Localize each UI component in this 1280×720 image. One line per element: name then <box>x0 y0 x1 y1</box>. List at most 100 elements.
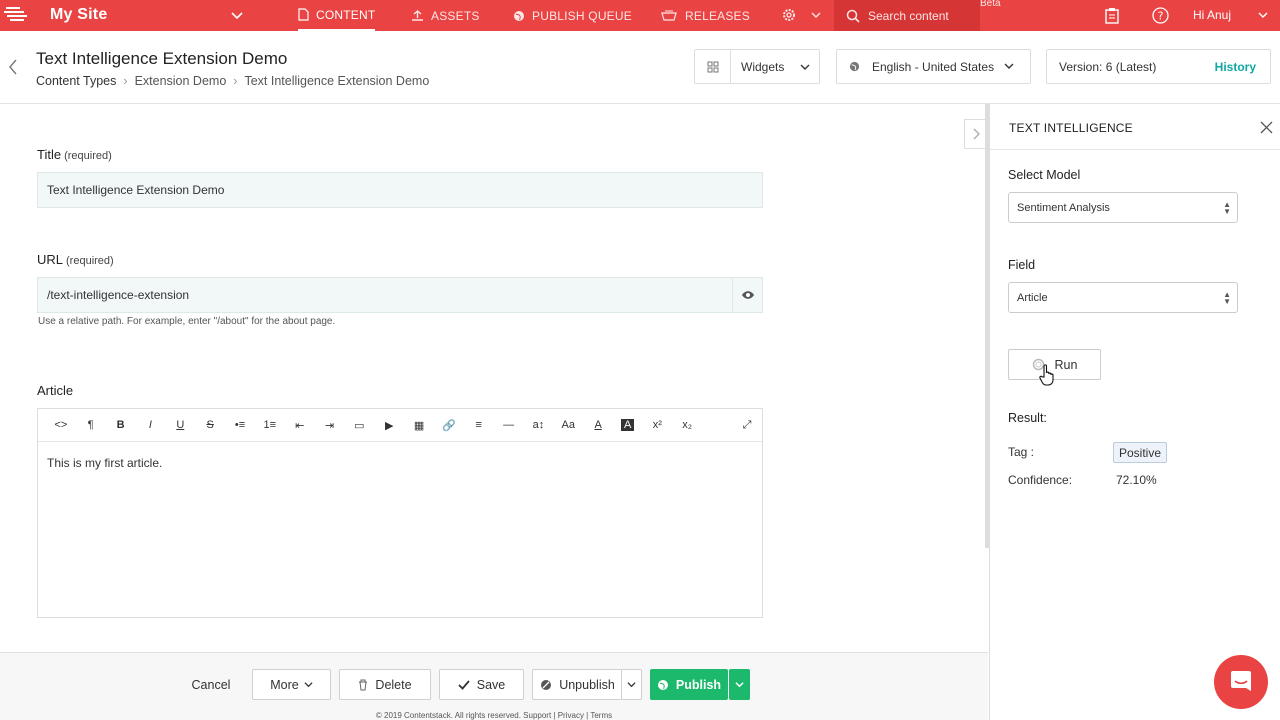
numbered-list-button[interactable]: 1≡ <box>255 419 285 431</box>
panel-divider <box>990 149 1280 150</box>
link-button[interactable]: 🔗 <box>434 419 464 432</box>
preview-url-button[interactable] <box>732 277 763 313</box>
chevron-down-icon <box>627 682 636 688</box>
url-hint: Use a relative path. For example, enter … <box>38 316 336 327</box>
more-label: More <box>270 677 299 692</box>
underline-button[interactable]: U <box>165 419 195 431</box>
contentstack-logo-icon[interactable] <box>4 4 28 26</box>
publish-button[interactable]: Publish <box>650 669 728 700</box>
font-size-button[interactable]: Aa <box>553 419 583 431</box>
url-field-label: URL (required) <box>37 252 114 267</box>
unpublish-icon <box>541 679 552 690</box>
chevron-down-icon <box>800 64 810 70</box>
chevron-down-icon[interactable] <box>1257 9 1269 21</box>
eye-icon <box>742 291 754 299</box>
paragraph-button[interactable]: ¶ <box>76 419 106 431</box>
image-button[interactable]: ▭ <box>344 419 374 432</box>
chat-icon <box>1231 671 1251 691</box>
select-arrows-icon: ▲ ▼ <box>1223 200 1231 216</box>
locale-label: English - United States <box>872 59 995 74</box>
widgets-dropdown[interactable]: Widgets <box>694 49 820 84</box>
chevron-right-icon: › <box>233 74 238 88</box>
more-button[interactable]: More <box>252 669 331 700</box>
nav-assets[interactable]: ASSETS <box>411 0 480 31</box>
nav-releases-label: RELEASES <box>685 8 750 23</box>
nav-assets-label: ASSETS <box>431 8 480 23</box>
nav-publish-queue[interactable]: PUBLISH QUEUE <box>513 0 632 31</box>
chevron-down-icon[interactable] <box>810 9 822 21</box>
copyright: © 2019 Contentstack. All rights reserved… <box>375 711 613 720</box>
strikethrough-button[interactable]: S <box>195 419 225 431</box>
search-input[interactable]: Search content <box>834 0 980 31</box>
save-label: Save <box>476 677 506 692</box>
unpublish-options-button[interactable] <box>621 669 642 700</box>
chevron-down-icon[interactable] <box>230 8 244 22</box>
chat-launcher-button[interactable] <box>1214 655 1268 709</box>
delete-button[interactable]: Delete <box>339 669 431 700</box>
source-code-button[interactable]: <> <box>46 419 76 431</box>
save-button[interactable]: Save <box>439 669 524 700</box>
nav-releases[interactable]: RELEASES <box>660 0 750 31</box>
locale-dropdown[interactable]: English - United States <box>836 49 1031 84</box>
search-placeholder: Search content <box>868 8 949 23</box>
publish-options-button[interactable] <box>729 669 750 700</box>
breadcrumb: Content Types › Extension Demo › Text In… <box>36 74 429 88</box>
run-label: Run <box>1054 357 1078 372</box>
unpublish-button[interactable]: Unpublish <box>532 669 622 700</box>
field-select[interactable]: Article ▲ ▼ <box>1008 282 1238 313</box>
outdent-button[interactable]: ⇤ <box>285 419 315 432</box>
history-link[interactable]: History <box>1215 60 1256 74</box>
nav-content[interactable]: CONTENT <box>298 0 376 31</box>
horizontal-rule-button[interactable]: — <box>494 419 524 431</box>
title-input[interactable]: Text Intelligence Extension Demo <box>37 172 763 208</box>
indent-button[interactable]: ⇥ <box>315 419 345 432</box>
url-input[interactable]: /text-intelligence-extension <box>37 277 763 313</box>
clipboard-icon[interactable] <box>1104 7 1120 24</box>
back-icon[interactable] <box>8 59 18 75</box>
rich-text-editor[interactable]: <> ¶ B I U S •≡ 1≡ ⇤ ⇥ ▭ ▶ ▦ 🔗 ≡ — a↕ Aa… <box>37 408 763 618</box>
version-label: Version: 6 (Latest) <box>1059 59 1157 74</box>
line-height-button[interactable]: a↕ <box>524 419 554 431</box>
breadcrumb-content-types[interactable]: Content Types <box>36 74 116 88</box>
site-name[interactable]: My Site <box>50 6 107 24</box>
check-icon <box>458 679 470 690</box>
beta-badge: Beta <box>980 0 1001 9</box>
bullet-list-button[interactable]: •≡ <box>225 419 255 431</box>
gear-icon[interactable] <box>781 7 797 23</box>
select-arrows-icon: ▲ ▼ <box>1223 290 1231 306</box>
model-select[interactable]: Sentiment Analysis ▲ ▼ <box>1008 192 1238 223</box>
close-icon[interactable] <box>1260 121 1273 134</box>
italic-button[interactable]: I <box>136 419 166 431</box>
text-intelligence-panel: TEXT INTELLIGENCE Select Model Sentiment… <box>989 104 1280 720</box>
publish-label: Publish <box>675 677 722 692</box>
entry-header: Text Intelligence Extension Demo Content… <box>0 31 1280 104</box>
globe-icon <box>514 10 524 21</box>
user-greeting[interactable]: Hi Anuj <box>1193 8 1231 22</box>
delete-label: Delete <box>375 677 412 692</box>
align-button[interactable]: ≡ <box>464 419 494 431</box>
hand-cursor-icon <box>1039 364 1054 386</box>
cancel-button[interactable]: Cancel <box>180 669 242 700</box>
breadcrumb-extension-demo[interactable]: Extension Demo <box>135 74 227 88</box>
editor-content[interactable]: This is my first article. <box>38 442 762 484</box>
collapse-panel-button[interactable] <box>964 119 987 149</box>
background-color-button[interactable]: A <box>621 419 635 431</box>
field-value: Article <box>1017 291 1048 304</box>
search-icon <box>846 9 860 23</box>
trash-icon <box>359 679 368 690</box>
video-button[interactable]: ▶ <box>374 419 404 432</box>
font-color-button[interactable]: A <box>583 419 613 431</box>
help-icon[interactable]: ? <box>1152 7 1169 24</box>
chevron-down-icon <box>1004 63 1014 69</box>
bold-button[interactable]: B <box>106 419 136 431</box>
superscript-button[interactable]: x² <box>642 419 672 431</box>
version-selector[interactable]: Version: 6 (Latest) History <box>1046 49 1271 84</box>
table-button[interactable]: ▦ <box>404 419 434 432</box>
upload-icon <box>412 9 423 21</box>
result-label: Result: <box>1008 411 1047 425</box>
fullscreen-icon[interactable]: ⤢ <box>732 419 762 432</box>
editor-toolbar: <> ¶ B I U S •≡ 1≡ ⇤ ⇥ ▭ ▶ ▦ 🔗 ≡ — a↕ Aa… <box>38 409 762 442</box>
model-label: Select Model <box>1008 168 1081 182</box>
subscript-button[interactable]: x₂ <box>672 419 702 431</box>
model-value: Sentiment Analysis <box>1017 201 1110 214</box>
